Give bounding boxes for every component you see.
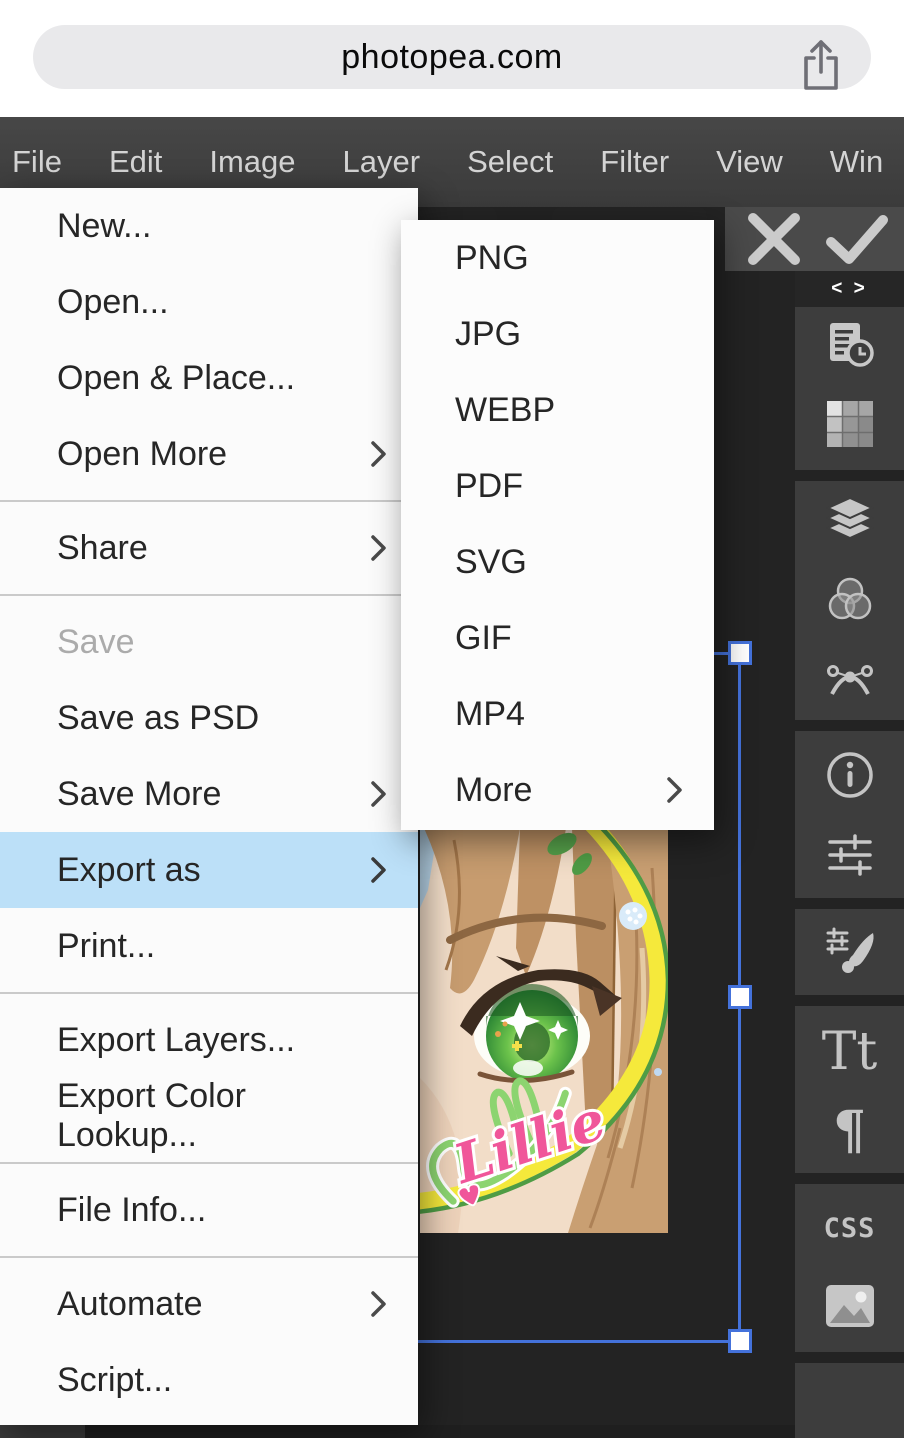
paragraph-icon[interactable]: ¶ [795, 1102, 904, 1158]
menu-item-print[interactable]: Print... [0, 908, 418, 984]
browser-chrome: photopea.com [0, 0, 904, 117]
panel-toggle-label: < > [831, 278, 867, 300]
panel-collapse-strip[interactable]: < > [795, 271, 904, 307]
menu-item-new[interactable]: New... [0, 188, 418, 264]
url-text: photopea.com [341, 38, 563, 77]
menu-item-open-place[interactable]: Open & Place... [0, 340, 418, 416]
menu-item-automate[interactable]: Automate [0, 1266, 418, 1342]
paragraph-icon-glyph: ¶ [833, 1100, 866, 1161]
toolbar-separator [795, 720, 904, 731]
menu-item-export-color-lookup[interactable]: Export Color Lookup... [0, 1078, 418, 1154]
submenu-chevron-icon [370, 439, 388, 469]
submenu-item-webp[interactable]: WEBP [401, 372, 714, 448]
adjustments-icon[interactable] [795, 827, 904, 883]
menu-separator [0, 586, 418, 604]
menu-item-file-info[interactable]: File Info... [0, 1172, 418, 1248]
menu-item-save-as-psd[interactable]: Save as PSD [0, 680, 418, 756]
toolbar-separator [795, 995, 904, 1006]
menu-separator [0, 984, 418, 1002]
menu-item-open[interactable]: Open... [0, 264, 418, 340]
menu-item-open-more[interactable]: Open More [0, 416, 418, 492]
export-as-submenu: PNG JPG WEBP PDF SVG GIF MP4 More [401, 220, 714, 830]
css-icon-glyph: CSS [824, 1213, 876, 1244]
menubar-item-window[interactable]: Win [830, 144, 883, 180]
transform-handle[interactable] [728, 641, 752, 665]
menubar-item-select[interactable]: Select [467, 144, 553, 180]
screen: photopea.com File Edit Image Layer Selec… [0, 0, 904, 1438]
info-icon[interactable] [795, 747, 904, 803]
submenu-item-svg[interactable]: SVG [401, 524, 714, 600]
submenu-item-gif[interactable]: GIF [401, 600, 714, 676]
url-bar[interactable]: photopea.com [33, 25, 871, 89]
pattern-grid-icon[interactable] [795, 396, 904, 452]
menu-item-save-more[interactable]: Save More [0, 756, 418, 832]
toolbar-separator [795, 1173, 904, 1184]
menubar-item-edit[interactable]: Edit [109, 144, 162, 180]
share-icon[interactable] [799, 36, 843, 94]
transform-handle[interactable] [728, 985, 752, 1009]
bottom-bar [85, 1425, 795, 1438]
submenu-chevron-icon [370, 533, 388, 563]
submenu-chevron-icon [370, 1289, 388, 1319]
submenu-item-pdf[interactable]: PDF [401, 448, 714, 524]
history-icon[interactable] [795, 317, 904, 373]
transform-handle[interactable] [728, 1329, 752, 1353]
menu-item-save: Save [0, 604, 418, 680]
menu-item-export-as[interactable]: Export as [0, 832, 418, 908]
toolbar-separator [795, 470, 904, 481]
menubar-item-filter[interactable]: Filter [600, 144, 669, 180]
paths-icon[interactable] [795, 650, 904, 706]
brush-settings-icon[interactable] [795, 922, 904, 978]
menu-separator [0, 1248, 418, 1266]
menu-item-export-layers[interactable]: Export Layers... [0, 1002, 418, 1078]
confirm-check-icon[interactable] [823, 212, 889, 266]
menu-separator [0, 492, 418, 510]
cancel-x-icon[interactable] [741, 212, 807, 266]
submenu-item-mp4[interactable]: MP4 [401, 676, 714, 752]
toolbar-separator [795, 1352, 904, 1363]
menu-item-script[interactable]: Script... [0, 1342, 418, 1418]
canvas-artwork[interactable]: Lillie [420, 828, 668, 1233]
menu-separator [0, 1154, 418, 1172]
right-toolbar: Tt ¶ CSS < > [795, 271, 904, 1438]
menubar-item-view[interactable]: View [716, 144, 783, 180]
submenu-chevron-icon [370, 779, 388, 809]
channels-icon[interactable] [795, 572, 904, 628]
file-menu: New... Open... Open & Place... Open More… [0, 188, 418, 1425]
submenu-item-png[interactable]: PNG [401, 220, 714, 296]
submenu-item-jpg[interactable]: JPG [401, 296, 714, 372]
submenu-chevron-icon [666, 775, 684, 805]
character-icon-glyph: Tt [822, 1022, 878, 1082]
submenu-item-more[interactable]: More [401, 752, 714, 828]
toolbar-separator [795, 898, 904, 909]
image-icon[interactable] [795, 1278, 904, 1334]
menubar-item-layer[interactable]: Layer [343, 144, 421, 180]
menu-item-share[interactable]: Share [0, 510, 418, 586]
css-icon[interactable]: CSS [795, 1200, 904, 1256]
layers-icon[interactable] [795, 494, 904, 550]
bottom-bar [0, 1425, 85, 1438]
transform-confirm-bar [725, 207, 904, 271]
submenu-chevron-icon [370, 855, 388, 885]
character-icon[interactable]: Tt [795, 1024, 904, 1080]
menubar-item-file[interactable]: File [12, 144, 62, 180]
menubar-item-image[interactable]: Image [209, 144, 295, 180]
